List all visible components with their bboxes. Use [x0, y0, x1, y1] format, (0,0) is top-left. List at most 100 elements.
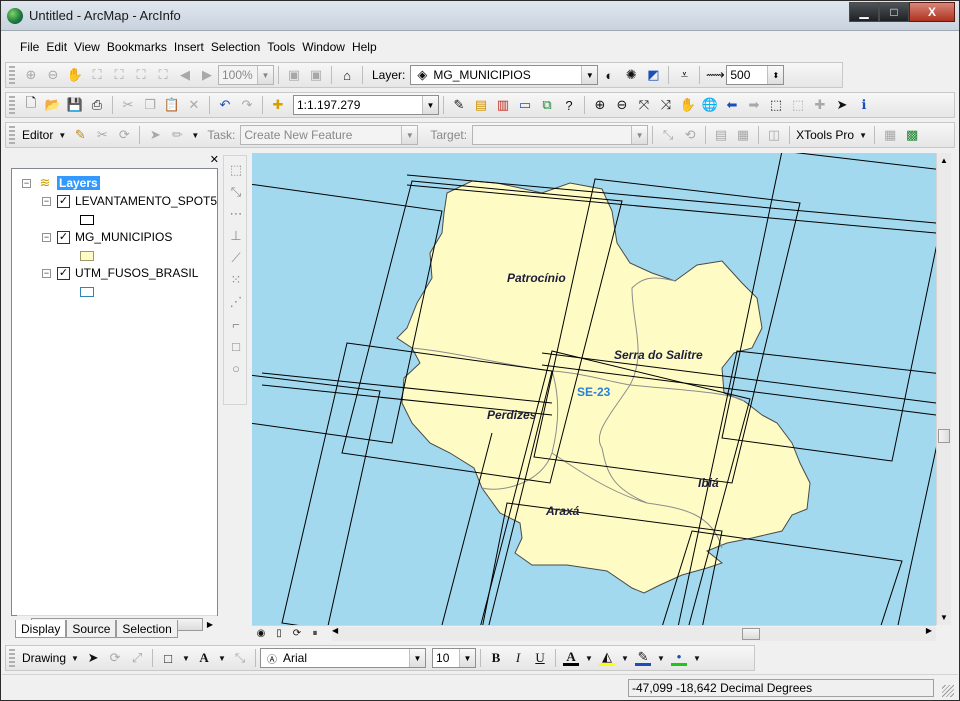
tab-display[interactable]: Display — [15, 620, 67, 638]
editor-menu-label[interactable]: Editor — [22, 128, 53, 142]
zoom-100-icon[interactable]: ⛶ — [111, 67, 127, 83]
sketch-properties-icon[interactable]: ▦ — [735, 127, 751, 143]
menu-edit[interactable]: Edit — [46, 40, 67, 54]
refresh-icon[interactable]: ⟳ — [291, 626, 303, 642]
command-line-icon[interactable]: ▭ — [517, 97, 533, 113]
font-family-combo[interactable]: Ⓐ Arial ▼ — [260, 648, 427, 668]
minimize-button[interactable]: ▁ — [849, 2, 879, 22]
open-folder-icon[interactable]: 📂 — [45, 97, 61, 113]
menu-selection[interactable]: Selection — [211, 40, 260, 54]
new-document-icon[interactable]: 🗋 — [23, 95, 39, 113]
toc-layer-municipios[interactable]: − ✓ MG_MUNICIPIOS — [42, 229, 172, 245]
menu-insert[interactable]: Insert — [174, 40, 204, 54]
circle-icon[interactable]: ○ — [228, 360, 244, 376]
chevron-down-icon[interactable]: ▼ — [581, 66, 598, 84]
zoom-out-icon[interactable]: ⊖ — [614, 97, 630, 113]
close-button[interactable]: X — [909, 2, 955, 22]
copy-icon[interactable]: ❐ — [142, 97, 158, 113]
toc-root-layers[interactable]: − ≋ Layers — [22, 175, 100, 191]
move-vertex-icon[interactable]: ⋯ — [228, 206, 244, 222]
reshape-icon[interactable]: ⌐ — [228, 316, 244, 332]
rotate-element-icon[interactable]: ⟳ — [107, 650, 123, 666]
collapse-toggle-icon[interactable]: − — [42, 196, 51, 206]
chevron-down-icon[interactable]: ▼ — [631, 126, 648, 144]
layer-symbol-swatch[interactable] — [80, 251, 94, 261]
layer-name[interactable]: MG_MUNICIPIOS — [75, 230, 172, 244]
menu-view[interactable]: View — [74, 40, 100, 54]
go-forward-icon[interactable]: ➡ — [746, 97, 762, 113]
zoom-to-elements-icon[interactable]: ⤢ — [129, 650, 145, 666]
scroll-thumb[interactable] — [938, 429, 950, 443]
fixed-zoom-in-icon[interactable]: ⤧ — [636, 97, 652, 113]
layer-name[interactable]: UTM_FUSOS_BRASIL — [75, 266, 198, 280]
layers-root-label[interactable]: Layers — [57, 176, 100, 190]
fixed-zoom-in-icon[interactable]: ⛶ — [133, 67, 149, 83]
trim-icon[interactable]: ⟋ — [228, 250, 244, 266]
split-tool-icon[interactable]: ✂ — [94, 127, 110, 143]
scroll-left-icon[interactable]: ◀ — [332, 626, 338, 635]
chevron-down-icon[interactable]: ▼ — [409, 649, 426, 667]
table-tools-icon[interactable]: ▦ — [882, 127, 898, 143]
brightness-icon[interactable]: ✺ — [623, 67, 639, 83]
zoom-out-page-icon[interactable]: ⊖ — [45, 67, 61, 83]
chevron-down-icon[interactable]: ▼ — [218, 650, 226, 666]
menu-file[interactable]: File — [20, 40, 39, 54]
snapping-distance-icon[interactable]: ⟿ — [706, 67, 725, 83]
close-icon[interactable]: ✕ — [210, 153, 219, 166]
scroll-right-icon[interactable]: ▶ — [203, 620, 217, 629]
menu-window[interactable]: Window — [302, 40, 345, 54]
map-vertical-scrollbar[interactable]: ▲ ▼ — [936, 153, 951, 625]
italic-button[interactable]: I — [510, 650, 526, 666]
insert-vertex-icon[interactable]: ⊥ — [228, 228, 244, 244]
menu-bookmarks[interactable]: Bookmarks — [107, 40, 167, 54]
pan-page-icon[interactable]: ✋ — [67, 67, 83, 83]
sketch-tool-icon[interactable]: ✎ — [72, 127, 88, 143]
pan-icon[interactable]: ✋ — [680, 97, 696, 113]
tab-source[interactable]: Source — [66, 620, 117, 638]
clear-selection-icon[interactable]: ⬚ — [790, 97, 806, 113]
new-text-icon[interactable]: A — [196, 650, 212, 666]
select-elements-icon[interactable]: ➤ — [85, 650, 101, 666]
data-view-icon[interactable]: ◉ — [255, 626, 267, 642]
layer-combo[interactable]: ◈ MG_MUNICIPIOS ▼ — [410, 65, 599, 85]
select-features-icon[interactable]: ⬚ — [768, 97, 784, 113]
xtools-convert-icon[interactable]: ▩ — [904, 127, 920, 143]
chevron-down-icon[interactable]: ▼ — [422, 96, 438, 114]
undo-icon[interactable]: ↶ — [217, 97, 233, 113]
map-scale-combo[interactable]: 1:1.197.279 ▼ — [293, 95, 439, 115]
marker-color-icon[interactable]: • — [671, 649, 688, 666]
menu-help[interactable]: Help — [352, 40, 377, 54]
edit-tool-icon[interactable]: ✚ — [812, 97, 828, 113]
distance-stepper[interactable]: 500 ⬍ — [726, 65, 785, 85]
toggle-draft-icon[interactable]: ▣ — [286, 67, 302, 83]
scroll-down-icon[interactable]: ▼ — [937, 610, 951, 625]
whats-this-icon[interactable]: ? — [561, 97, 577, 113]
print-icon[interactable]: ⎙ — [89, 97, 105, 113]
menu-tools[interactable]: Tools — [267, 40, 295, 54]
chevron-down-icon[interactable]: ▼ — [657, 650, 665, 666]
rectangle-icon[interactable]: □ — [228, 338, 244, 354]
toc-layer-levantamento[interactable]: − ✓ LEVANTAMENTO_SPOT5 — [42, 193, 217, 209]
rotate-tool-icon[interactable]: ⟳ — [116, 127, 132, 143]
xtools-pro-menu[interactable]: XTools Pro — [796, 128, 854, 142]
contrast-icon[interactable]: ◐ — [601, 67, 617, 83]
chevron-down-icon[interactable]: ▼ — [191, 127, 199, 143]
toc-layer-utm[interactable]: − ✓ UTM_FUSOS_BRASIL — [42, 265, 198, 281]
chevron-down-icon[interactable]: ▼ — [71, 650, 79, 666]
drawing-menu[interactable]: Drawing — [22, 651, 66, 665]
forward-extent-icon[interactable]: ▶ — [199, 67, 215, 83]
raster-icon[interactable]: ◫ — [766, 127, 782, 143]
redo-icon[interactable]: ↷ — [239, 97, 255, 113]
add-data-icon[interactable]: ✚ — [270, 97, 286, 113]
back-extent-icon[interactable]: ◀ — [177, 67, 193, 83]
map-view[interactable]: Patrocínio Serra do Salitre SE-23 Perdiz… — [252, 153, 936, 625]
font-size-combo[interactable]: 10 ▼ — [432, 648, 477, 668]
chevron-down-icon[interactable]: ▼ — [621, 650, 629, 666]
layer-symbol-swatch[interactable] — [80, 215, 94, 225]
toolbar-grip[interactable] — [9, 649, 15, 667]
chevron-down-icon[interactable]: ▼ — [257, 66, 273, 84]
layer-symbol-swatch[interactable] — [80, 287, 94, 297]
vertex-edit-icon[interactable]: ⋰ — [228, 294, 244, 310]
map-horizontal-scrollbar[interactable] — [332, 627, 936, 641]
toolbar-grip[interactable] — [9, 66, 15, 84]
